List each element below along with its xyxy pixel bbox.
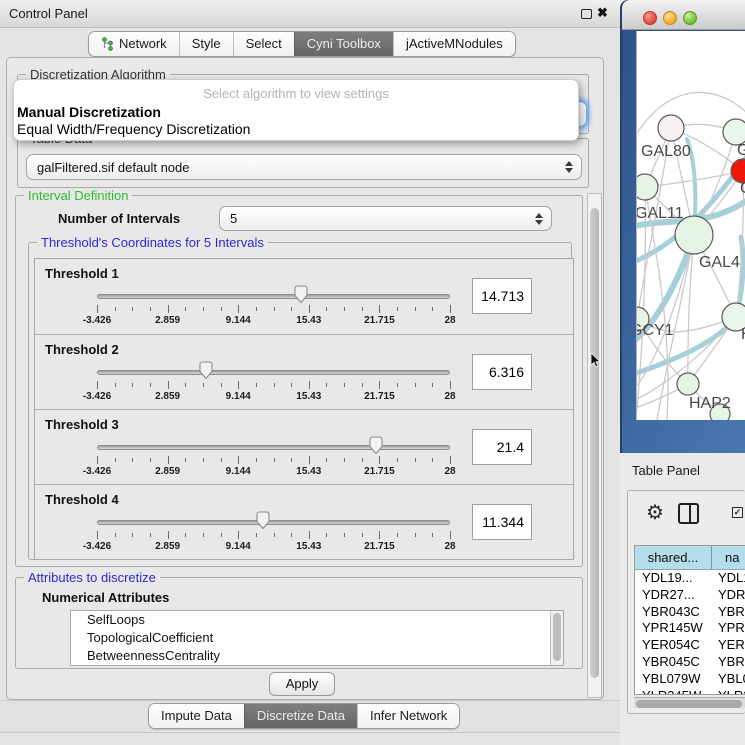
node-label-partial-r: G bbox=[740, 180, 745, 197]
table-row[interactable]: YBL079WYBL0 bbox=[635, 671, 745, 688]
tab-infer-network[interactable]: Infer Network bbox=[357, 704, 459, 728]
close-traffic-light-icon[interactable] bbox=[643, 11, 657, 25]
table-data-combobox[interactable]: galFiltered.sif default node bbox=[26, 154, 582, 180]
zoom-traffic-light-icon[interactable] bbox=[683, 11, 697, 25]
screen: Control Panel ✖ Network Style Select bbox=[0, 0, 745, 745]
table-row[interactable]: YDR27...YDR2 bbox=[635, 587, 745, 604]
threshold-3-value-field[interactable]: 21.4 bbox=[472, 429, 532, 465]
node-label-partial-g: GA bbox=[737, 142, 745, 159]
node-table[interactable]: shared... na YDL19...YDL1 YDR27...YDR2 Y… bbox=[634, 545, 745, 695]
tab-style[interactable]: Style bbox=[179, 32, 233, 56]
gear-icon[interactable]: ⚙ bbox=[646, 500, 664, 525]
tab-cyni-toolbox[interactable]: Cyni Toolbox bbox=[294, 32, 393, 56]
table-row[interactable]: YLR345WYLR3 bbox=[635, 688, 745, 695]
algorithm-option-manual[interactable]: Manual Discretization bbox=[17, 104, 161, 120]
thresholds-container: Threshold 1 -3.4262.8599.14415.4321.7152… bbox=[34, 258, 574, 560]
table-row[interactable]: YPR145WYPR1 bbox=[635, 620, 745, 637]
float-window-icon[interactable] bbox=[581, 9, 592, 19]
list-item[interactable]: TopologicalCoefficient bbox=[71, 629, 563, 647]
attributes-group-title: Attributes to discretize bbox=[24, 570, 160, 585]
attributes-group: Attributes to discretize Numerical Attri… bbox=[15, 577, 583, 669]
network-tree-icon bbox=[101, 37, 114, 51]
algorithm-hint: Select algorithm to view settings bbox=[14, 86, 578, 101]
table-panel-title: Table Panel bbox=[632, 463, 700, 478]
node-label-hap2: HAP2 bbox=[689, 395, 731, 412]
thresholds-group-title: Threshold's Coordinates for 5 Intervals bbox=[37, 235, 268, 250]
threshold-row-1: Threshold 1 -3.4262.8599.14415.4321.7152… bbox=[35, 259, 573, 334]
tab-jactivemnodules[interactable]: jActiveMNodules bbox=[393, 32, 515, 56]
threshold-row-4: Threshold 4 -3.4262.8599.14415.4321.7152… bbox=[35, 484, 573, 559]
node-label-gal4: GAL4 bbox=[699, 254, 740, 271]
table-data-value: galFiltered.sif default node bbox=[37, 160, 189, 175]
node-label-gal11: GAL11 bbox=[637, 205, 684, 222]
node-label-gcy1: GCY1 bbox=[637, 322, 674, 339]
window-title: Control Panel bbox=[9, 6, 88, 21]
numerical-attributes-list[interactable]: SelfLoops TopologicalCoefficient Between… bbox=[70, 610, 564, 666]
node-label-h: H bbox=[741, 326, 745, 343]
network-canvas[interactable]: GAL80 GA G GAL11 GAL4 GCY1 H HAP2 bbox=[636, 31, 745, 420]
tab-impute-data[interactable]: Impute Data bbox=[149, 704, 244, 728]
list-item[interactable]: BetweennessCentrality bbox=[71, 647, 563, 665]
tab-network-label: Network bbox=[119, 36, 167, 51]
table-row[interactable]: YBR045CYBR0 bbox=[635, 654, 745, 671]
right-region: GAL80 GA G GAL11 GAL4 GCY1 H HAP2 Table … bbox=[620, 0, 745, 745]
bottom-tab-bar: Impute Data Discretize Data Infer Networ… bbox=[148, 703, 460, 729]
table-row[interactable]: YER054CYER0 bbox=[635, 637, 745, 654]
threshold-2-value-field[interactable]: 6.316 bbox=[472, 354, 532, 390]
combo-arrows-icon bbox=[535, 213, 543, 225]
interval-definition-group: Interval Definition Number of Intervals … bbox=[15, 195, 583, 567]
control-panel-titlebar: Control Panel ✖ bbox=[0, 0, 620, 28]
tab-discretize-data[interactable]: Discretize Data bbox=[244, 704, 357, 728]
control-panel-window: Control Panel ✖ Network Style Select bbox=[0, 0, 620, 745]
threshold-row-3: Threshold 3 -3.4262.8599.14415.4321.7152… bbox=[35, 409, 573, 484]
node-hap2[interactable] bbox=[677, 373, 699, 395]
algorithm-option-equal-width[interactable]: Equal Width/Frequency Discretization bbox=[17, 121, 250, 137]
node-gal80[interactable] bbox=[658, 115, 684, 141]
table-header-row: shared... na bbox=[635, 546, 745, 570]
control-panel-scrollbar[interactable] bbox=[587, 193, 602, 698]
table-data-group: Table Data galFiltered.sif default node bbox=[17, 138, 589, 188]
node-label-gal80: GAL80 bbox=[641, 143, 691, 160]
table-row[interactable]: YDL19...YDL1 bbox=[635, 570, 745, 587]
list-item[interactable]: SelfLoops bbox=[71, 611, 563, 629]
split-columns-icon[interactable] bbox=[678, 503, 699, 524]
node-gal11[interactable] bbox=[637, 174, 658, 200]
numerical-attributes-label: Numerical Attributes bbox=[42, 590, 169, 605]
table-horizontal-scrollbar[interactable] bbox=[634, 697, 745, 708]
algorithm-dropdown-popup: Select algorithm to view settings Manual… bbox=[13, 79, 579, 141]
table-row[interactable]: YBR043CYBR0 bbox=[635, 604, 745, 621]
combo-arrows-icon bbox=[565, 161, 573, 173]
table-panel-header: Table Panel bbox=[620, 455, 745, 488]
checkbox-icon[interactable]: ✓ bbox=[732, 507, 743, 518]
network-window-titlebar bbox=[622, 0, 745, 30]
minimize-traffic-light-icon[interactable] bbox=[663, 11, 677, 25]
scrollbar-thumb[interactable] bbox=[590, 208, 599, 678]
close-icon[interactable]: ✖ bbox=[597, 5, 608, 21]
cyni-toolbox-panel: Discretization Algorithm Select algorith… bbox=[6, 57, 604, 700]
num-intervals-value: 5 bbox=[230, 211, 237, 226]
threshold-1-value-field[interactable]: 14.713 bbox=[472, 278, 532, 314]
column-header-name[interactable]: na bbox=[712, 546, 745, 569]
interval-definition-title: Interval Definition bbox=[24, 188, 132, 203]
top-tab-bar: Network Style Select Cyni Toolbox jActiv… bbox=[88, 31, 516, 57]
tab-select[interactable]: Select bbox=[233, 32, 294, 56]
threshold-4-value-field[interactable]: 11.344 bbox=[472, 504, 532, 540]
num-intervals-label: Number of Intervals bbox=[58, 211, 180, 226]
network-view-window: GAL80 GA G GAL11 GAL4 GCY1 H HAP2 bbox=[620, 0, 745, 453]
list-scrollbar[interactable] bbox=[550, 611, 563, 665]
column-header-shared-name[interactable]: shared... bbox=[635, 546, 712, 569]
mouse-cursor bbox=[590, 352, 602, 369]
network-graph: GAL80 GA G GAL11 GAL4 GCY1 H HAP2 bbox=[637, 31, 745, 420]
apply-button[interactable]: Apply bbox=[269, 672, 335, 696]
table-panel: ⚙ ✓ ✓ shared... na YDL19...YDL1 YDR27...… bbox=[627, 490, 745, 714]
tab-network[interactable]: Network bbox=[89, 32, 179, 56]
num-intervals-combobox[interactable]: 5 bbox=[219, 206, 552, 231]
threshold-row-2: Threshold 2 -3.4262.8599.14415.4321.7152… bbox=[35, 334, 573, 409]
